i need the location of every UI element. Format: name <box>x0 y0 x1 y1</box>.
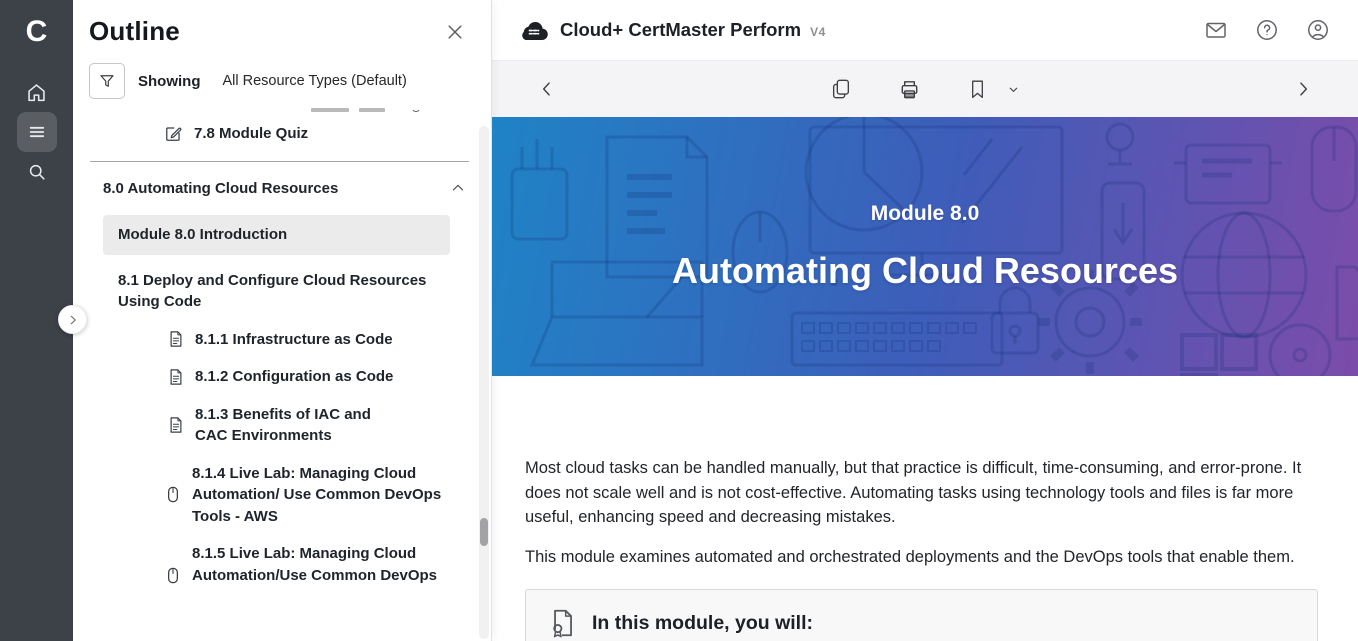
search-button[interactable] <box>17 152 57 192</box>
outline-scrollbar[interactable] <box>479 126 489 639</box>
outline-section-label: 8.0 Automating Cloud Resources <box>103 178 438 200</box>
home-button[interactable] <box>17 72 57 112</box>
account-button[interactable] <box>1306 18 1330 42</box>
outline-item-8-1[interactable]: 8.1 Deploy and Configure Cloud Resources… <box>118 270 433 313</box>
panel-expand-button[interactable] <box>58 305 87 334</box>
outline-panel-title: Outline <box>89 16 180 47</box>
help-button[interactable] <box>1255 18 1279 42</box>
cloud-icon <box>520 20 548 41</box>
previous-page-button[interactable] <box>537 79 557 99</box>
course-version: V4 <box>810 25 826 39</box>
outline-item-8-1-2[interactable]: 8.1.2 Configuration as Code <box>168 366 451 388</box>
filter-funnel-icon <box>98 72 116 90</box>
module-hero-banner: Module 8.0 Automating Cloud Resources <box>492 117 1358 376</box>
chevron-right-icon <box>1293 79 1313 99</box>
clipped-outline-row <box>311 105 491 115</box>
outline-section-8-0[interactable]: 8.0 Automating Cloud Resources <box>103 178 467 200</box>
chevron-up-icon[interactable] <box>449 179 467 197</box>
print-icon <box>898 78 921 101</box>
search-icon <box>27 162 47 182</box>
rail-buttons <box>17 72 57 192</box>
callout-title: In this module, you will: <box>592 612 813 635</box>
outline-item-8-1-4[interactable]: 8.1.4 Live Lab: Managing Cloud Automatio… <box>165 463 451 528</box>
menu-icon <box>27 122 47 142</box>
module-number: Module 8.0 <box>871 202 980 226</box>
outline-item-8-1-1[interactable]: 8.1.1 Infrastructure as Code <box>168 329 451 351</box>
outline-panel: Outline Showing All Resource Types (Defa… <box>73 0 492 641</box>
filter-showing-label: Showing <box>138 73 201 90</box>
main-area: Cloud+ CertMaster Perform V4 <box>492 0 1358 641</box>
document-icon <box>168 330 184 348</box>
outline-item-module-quiz[interactable]: 7.8 Module Quiz <box>164 123 467 145</box>
bookmark-icon <box>967 78 988 101</box>
copy-icon <box>830 77 852 101</box>
outline-tree: 7.8 Module Quiz 8.0 Automating Cloud Res… <box>73 105 491 590</box>
outline-item-8-1-3[interactable]: 8.1.3 Benefits of IAC and CAC Environmen… <box>168 404 371 447</box>
mouse-lab-icon <box>165 485 181 504</box>
filter-current-value: All Resource Types (Default) <box>223 73 407 89</box>
document-icon <box>168 368 184 386</box>
comptia-logo: C <box>26 4 48 60</box>
bookmark-menu-button[interactable] <box>1007 83 1020 96</box>
outline-item-label: 8.1.3 Benefits of IAC and CAC Environmen… <box>195 404 371 447</box>
close-icon <box>445 22 465 42</box>
lesson-toolbar <box>492 61 1358 117</box>
header-actions <box>1204 18 1330 42</box>
outline-item-label: 8.1 Deploy and Configure Cloud Resources… <box>118 270 433 313</box>
next-page-button[interactable] <box>1293 79 1313 99</box>
home-icon <box>26 82 47 103</box>
tech-pattern-art <box>492 117 1358 376</box>
outline-item-label: 8.1.2 Configuration as Code <box>195 366 393 388</box>
course-title: Cloud+ CertMaster Perform <box>560 19 801 41</box>
outline-item-module-8-0-introduction[interactable]: Module 8.0 Introduction <box>103 215 450 255</box>
course-header: Cloud+ CertMaster Perform V4 <box>492 0 1358 61</box>
course-brand: Cloud+ CertMaster Perform V4 <box>520 19 826 41</box>
quiz-edit-icon <box>164 124 183 143</box>
clipped-text-fragment <box>311 108 349 112</box>
mail-icon <box>1204 18 1228 42</box>
outline-divider <box>90 161 469 162</box>
outline-scrollbar-thumb[interactable] <box>480 518 488 546</box>
help-icon <box>1255 18 1279 42</box>
module-title: Automating Cloud Resources <box>672 250 1178 292</box>
lesson-content: Most cloud tasks can be handled manually… <box>492 376 1358 641</box>
chevron-left-icon <box>537 79 557 99</box>
outline-item-label: 7.8 Module Quiz <box>194 123 308 145</box>
print-button[interactable] <box>898 78 921 101</box>
mouse-lab-icon <box>165 566 181 585</box>
chevron-right-icon <box>66 313 80 327</box>
toolbar-center-group <box>830 77 1020 101</box>
chevron-down-icon <box>1007 83 1020 96</box>
outline-item-8-1-5[interactable]: 8.1.5 Live Lab: Managing Cloud Automatio… <box>165 543 451 590</box>
app-window: C Outline <box>0 0 1358 641</box>
bookmark-button[interactable] <box>967 78 988 101</box>
outline-item-label: 8.1.5 Live Lab: Managing Cloud Automatio… <box>192 543 451 590</box>
certificate-icon <box>548 607 577 639</box>
filter-button[interactable] <box>89 63 125 99</box>
resource-filter-row: Showing All Resource Types (Default) <box>89 63 491 99</box>
clipped-text-fragment <box>359 108 385 112</box>
messages-button[interactable] <box>1204 18 1228 42</box>
close-outline-button[interactable] <box>441 18 469 46</box>
module-objectives-callout: In this module, you will: <box>525 589 1318 641</box>
intro-paragraph-2: This module examines automated and orche… <box>525 545 1318 570</box>
bookmark-group <box>967 78 1020 101</box>
document-icon <box>168 416 184 434</box>
outline-menu-button[interactable] <box>17 112 57 152</box>
account-icon <box>1306 18 1330 42</box>
clipped-chevron-fragment <box>411 105 421 112</box>
outline-item-label: 8.1.4 Live Lab: Managing Cloud Automatio… <box>192 463 451 528</box>
intro-paragraph-1: Most cloud tasks can be handled manually… <box>525 456 1318 530</box>
outline-item-label: 8.1.1 Infrastructure as Code <box>195 329 393 351</box>
copy-button[interactable] <box>830 77 852 101</box>
outline-item-label: Module 8.0 Introduction <box>118 224 287 246</box>
